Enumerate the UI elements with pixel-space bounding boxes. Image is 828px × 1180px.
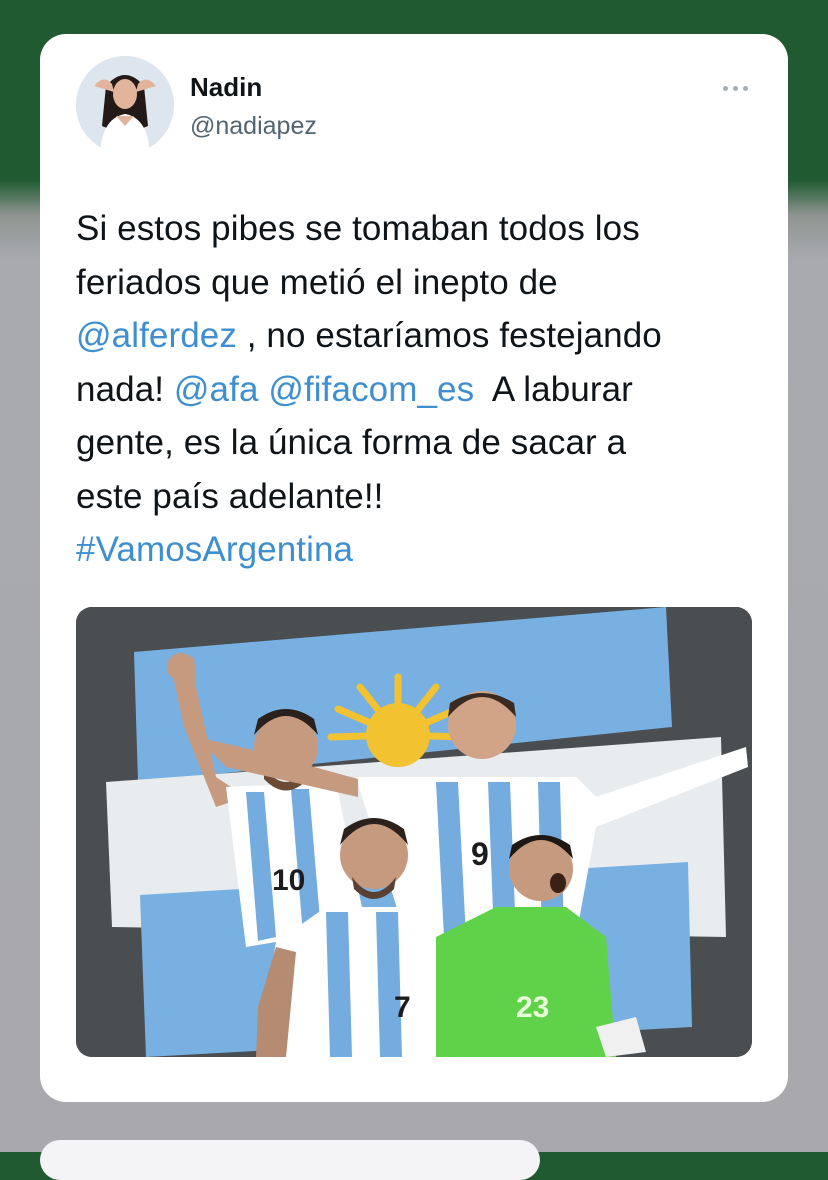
argentina-players-image: 10 9 7 23: [76, 607, 752, 1057]
mention-afa[interactable]: @afa: [174, 370, 259, 409]
tweet-line: #VamosArgentina: [76, 523, 736, 577]
author-name[interactable]: Nadin: [190, 72, 262, 103]
tweet-line: nada! @afa @fifacom_es A laburar: [76, 363, 736, 417]
player-number: 23: [516, 991, 549, 1024]
tweet-line: este país adelante!!: [76, 476, 384, 516]
author-handle[interactable]: @nadiapez: [190, 112, 317, 141]
tweet-text-span: nada!: [76, 369, 174, 409]
hashtag-link[interactable]: #VamosArgentina: [76, 530, 353, 569]
player-number: 7: [394, 991, 411, 1024]
mention-fifacom[interactable]: @fifacom_es: [268, 370, 474, 409]
tweet-media-image[interactable]: 10 9 7 23: [76, 607, 752, 1057]
player-number: 10: [272, 864, 305, 897]
next-tweet-card-edge: [40, 1140, 540, 1180]
tweet-card[interactable]: Nadin @nadiapez Si estos pibes se tomaba…: [40, 34, 788, 1102]
more-horizontal-icon[interactable]: [720, 78, 750, 98]
tweet-text-span: , no estaríamos festejando: [236, 316, 662, 355]
avatar[interactable]: [76, 56, 174, 154]
avatar-image: [76, 56, 174, 154]
tweet-line: gente, es la única forma de sacar a: [76, 423, 627, 462]
tweet-text-span: A laburar: [474, 369, 633, 409]
tweet-text: Si estos pibes se tomaban todos los feri…: [76, 202, 736, 577]
player-number: 9: [471, 836, 489, 872]
tweet-line: feriados que metió el inepto de: [76, 262, 558, 302]
tweet-line: Si estos pibes se tomaban todos los: [76, 209, 640, 248]
mention-alferdez[interactable]: @alferdez: [76, 316, 237, 355]
tweet-line: @alferdez , no estaríamos festejando: [76, 309, 736, 363]
